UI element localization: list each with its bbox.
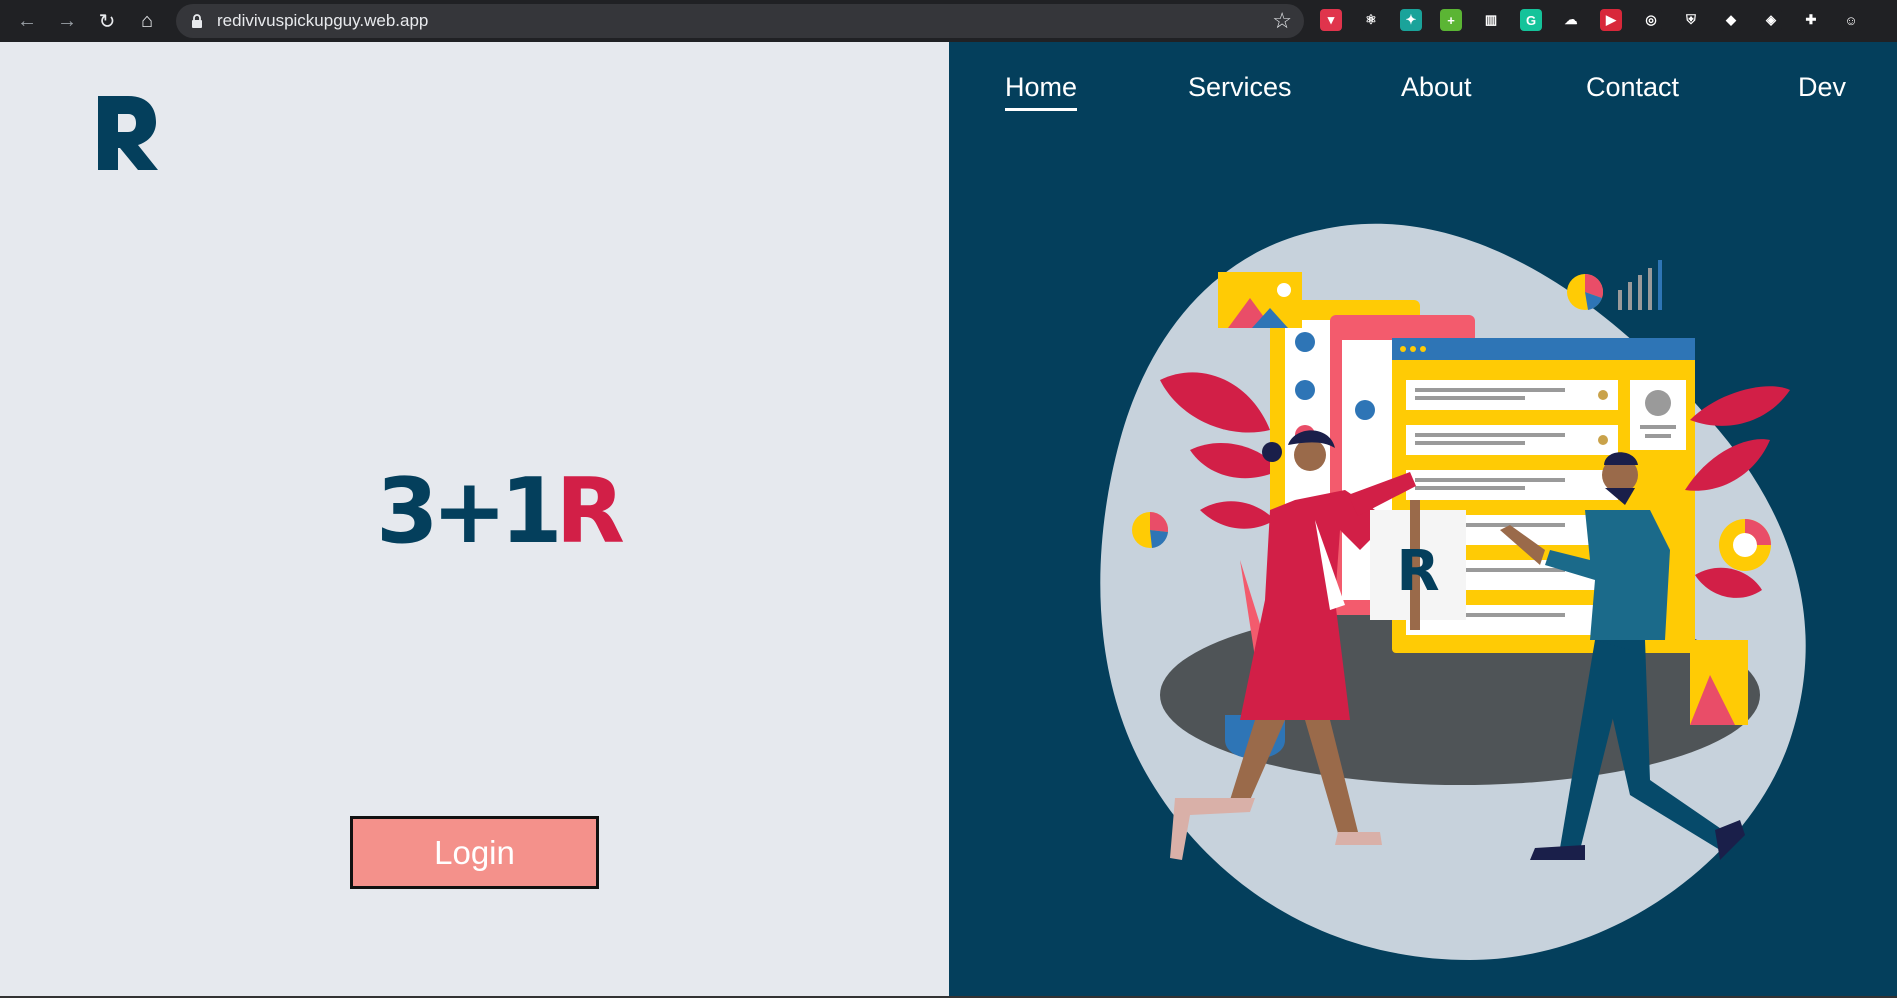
nav-about-link[interactable]: About: [1401, 72, 1472, 103]
extension-red-play-icon[interactable]: ▶: [1600, 9, 1622, 31]
extension-green-plus-icon[interactable]: +: [1440, 9, 1462, 31]
extension-glasses-icon[interactable]: ◎: [1640, 9, 1662, 31]
extension-shield-icon[interactable]: ⛨: [1680, 9, 1702, 31]
bar-graph: [1618, 260, 1662, 310]
back-icon[interactable]: ←: [14, 8, 40, 34]
nav-home-link[interactable]: Home: [1005, 72, 1078, 111]
svg-text:R: R: [1396, 539, 1439, 604]
reader-extension-icon[interactable]: ▥: [1480, 9, 1502, 31]
extensions-puzzle-icon[interactable]: ✚: [1800, 9, 1822, 31]
profile-avatar-icon[interactable]: ☺: [1840, 9, 1862, 31]
extension-teal-icon[interactable]: ✦: [1400, 9, 1422, 31]
browser-toolbar: ← → ↻ ⌂ redivivuspickupguy.web.app ☆ ▾ ⚛ ✦…: [0, 0, 1897, 42]
nav-contact-link[interactable]: Contact: [1586, 72, 1679, 103]
url-text: redivivuspickupguy.web.app: [217, 11, 429, 30]
forward-icon[interactable]: →: [54, 8, 80, 34]
bookmark-star-icon[interactable]: ☆: [1272, 8, 1292, 34]
headline-text-dark: 3+1: [376, 459, 563, 564]
hero-illustration: R: [1100, 223, 1806, 960]
nav-services-link[interactable]: Services: [1188, 72, 1292, 103]
extension-blue-icon[interactable]: ◈: [1760, 9, 1782, 31]
address-bar[interactable]: redivivuspickupguy.web.app ☆: [176, 4, 1304, 38]
leaf-right-1: [1690, 386, 1790, 426]
extension-gray-icon[interactable]: ☁: [1560, 9, 1582, 31]
colorpick-extension-icon[interactable]: ◆: [1720, 9, 1742, 31]
login-button[interactable]: Login: [350, 816, 599, 889]
pocket-extension-icon[interactable]: ▾: [1320, 9, 1342, 31]
left-panel: 3+1R Login: [0, 42, 949, 998]
headline-text-red: R: [555, 459, 625, 564]
brand-logo[interactable]: [94, 92, 160, 172]
home-icon[interactable]: ⌂: [134, 8, 160, 34]
nav-dev-link[interactable]: Dev: [1798, 72, 1846, 103]
react-devtools-extension-icon[interactable]: ⚛: [1360, 9, 1382, 31]
brand-headline: 3+1R: [376, 462, 776, 562]
grammarly-extension-icon[interactable]: G: [1520, 9, 1542, 31]
reload-icon[interactable]: ↻: [94, 8, 120, 34]
lock-icon: [192, 14, 202, 28]
